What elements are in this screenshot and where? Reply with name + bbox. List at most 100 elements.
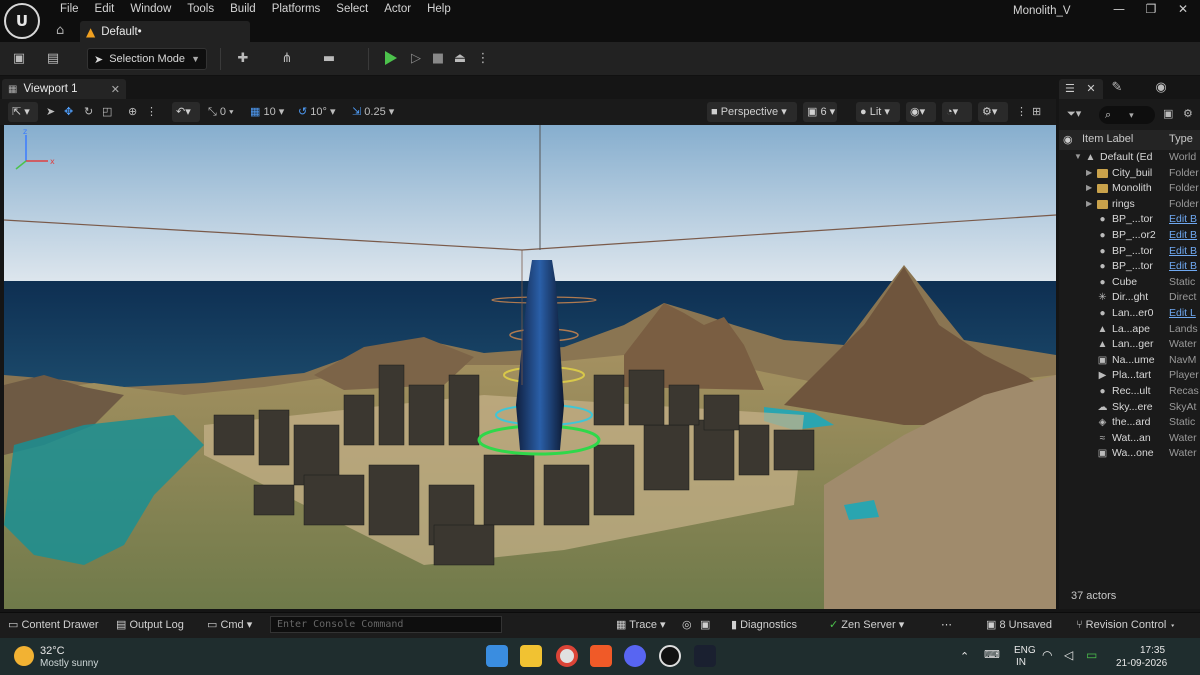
outliner-row[interactable]: ✳ Dir...ght Direct: [1059, 290, 1200, 306]
sun-icon[interactable]: [14, 646, 34, 666]
outliner-row[interactable]: ◈ the...ard Static: [1059, 415, 1200, 431]
chevron-right-icon[interactable]: ▶: [1086, 183, 1092, 192]
world-settings-icon[interactable]: ◉: [1152, 80, 1170, 96]
outliner-row[interactable]: ● BP_...tor Edit B: [1059, 212, 1200, 228]
level-document-tab[interactable]: ▲ Default•: [80, 21, 250, 42]
app-taskbar-icon[interactable]: [694, 645, 716, 667]
outliner-item-type-link[interactable]: Edit B: [1169, 260, 1200, 272]
outliner-row[interactable]: ▼ ▲ Default (Ed World: [1059, 150, 1200, 166]
menu-select[interactable]: Select: [328, 0, 376, 20]
output-log-button[interactable]: ▤ Output Log: [116, 618, 184, 632]
outliner-search-input[interactable]: ⌕ ▾: [1099, 106, 1155, 124]
outliner-row[interactable]: ≈ Wat...an Water: [1059, 431, 1200, 447]
scalability-dropdown[interactable]: ◔▾: [942, 102, 972, 122]
unreal-engine-taskbar-icon[interactable]: [659, 645, 681, 667]
windows-start-icon[interactable]: [486, 645, 508, 667]
grid-snap-toggle[interactable]: ▦ 10 ▾: [250, 105, 284, 120]
menu-file[interactable]: File: [52, 0, 87, 20]
chevron-right-icon[interactable]: ▶: [1086, 168, 1092, 177]
tray-overflow-icon[interactable]: ⌃: [960, 650, 969, 663]
outliner-item-type-link[interactable]: Edit B: [1169, 213, 1200, 225]
step-icon[interactable]: ▷: [407, 51, 425, 67]
weather-temperature[interactable]: 32°C: [40, 645, 65, 657]
minimize-icon[interactable]: —: [1104, 2, 1134, 18]
more-options-icon[interactable]: ⋮: [146, 105, 157, 120]
menu-platforms[interactable]: Platforms: [264, 0, 329, 20]
scale-snap-toggle[interactable]: ⇲ 0.25 ▾: [352, 105, 394, 120]
weather-description[interactable]: Mostly sunny: [40, 658, 98, 669]
outliner-row[interactable]: ▶ City_buil Folder: [1059, 166, 1200, 182]
diagnostics-button[interactable]: ▮ Diagnostics: [731, 618, 797, 632]
outliner-row[interactable]: ▶ Pla...tart Player: [1059, 368, 1200, 384]
outliner-row[interactable]: ▶ rings Folder: [1059, 197, 1200, 213]
outliner-row[interactable]: ● BP_...or2 Edit B: [1059, 228, 1200, 244]
chrome-icon[interactable]: [556, 645, 578, 667]
outliner-item-type-link[interactable]: Edit B: [1169, 245, 1200, 257]
outliner-tab[interactable]: ☰ ✕: [1059, 79, 1103, 99]
content-browser-icon[interactable]: ▤: [44, 51, 62, 67]
keyboard-icon[interactable]: ⌨: [984, 648, 1000, 661]
file-explorer-icon[interactable]: [520, 645, 542, 667]
scale-tool-icon[interactable]: ◰: [102, 105, 112, 120]
item-label-column[interactable]: Item Label: [1082, 133, 1133, 145]
outliner-row[interactable]: ● BP_...tor Edit B: [1059, 259, 1200, 275]
outliner-row[interactable]: ▲ Lan...ger Water: [1059, 337, 1200, 353]
menu-window[interactable]: Window: [122, 0, 179, 20]
outliner-item-type-link[interactable]: Edit L: [1169, 307, 1200, 319]
unsaved-button[interactable]: ▣ 8 Unsaved: [986, 618, 1052, 632]
lit-mode-dropdown[interactable]: ● Lit ▾: [856, 102, 900, 122]
perspective-dropdown[interactable]: ■ Perspective ▾: [707, 102, 797, 122]
clock-date[interactable]: 21-09-2026: [1116, 658, 1167, 669]
eject-icon[interactable]: ⏏: [451, 51, 469, 67]
menu-tools[interactable]: Tools: [179, 0, 222, 20]
console-command-input[interactable]: Enter Console Command: [270, 616, 502, 633]
wifi-icon[interactable]: ◠: [1042, 648, 1052, 662]
outliner-item-type-link[interactable]: Edit B: [1169, 229, 1200, 241]
rotation-snap-toggle[interactable]: ⤡ 0 ▾: [208, 105, 234, 120]
filter-icon[interactable]: ⏷▾: [1067, 107, 1081, 121]
viewport-settings-dropdown[interactable]: ⚙▾: [978, 102, 1008, 122]
zen-server-dropdown[interactable]: ✓ Zen Server ▾: [829, 618, 904, 632]
add-actor-icon[interactable]: ✚: [234, 51, 252, 67]
screenshot-icon[interactable]: ▣: [700, 618, 710, 632]
close-icon[interactable]: ✕: [1168, 2, 1198, 18]
more-options-icon[interactable]: ⋮: [1016, 105, 1027, 120]
blueprint-icon[interactable]: ⋔: [278, 51, 296, 67]
menu-build[interactable]: Build: [222, 0, 264, 20]
content-drawer-button[interactable]: ▭ Content Drawer: [8, 618, 99, 632]
outliner-row[interactable]: ▲ La...ape Lands: [1059, 322, 1200, 338]
menu-actor[interactable]: Actor: [376, 0, 419, 20]
close-icon[interactable]: ✕: [111, 83, 120, 96]
home-icon[interactable]: ⌂: [56, 24, 70, 38]
viewport-tab[interactable]: ▦ Viewport 1 ✕: [2, 79, 126, 99]
rotate-tool-icon[interactable]: ↻: [84, 105, 93, 120]
battery-icon[interactable]: ▭: [1086, 648, 1097, 662]
show-flags-dropdown[interactable]: ◉▾: [906, 102, 936, 122]
outliner-row[interactable]: ● Lan...er0 Edit L: [1059, 306, 1200, 322]
details-tab-icon[interactable]: ✎: [1108, 80, 1126, 96]
outliner-row[interactable]: ● Cube Static: [1059, 275, 1200, 291]
maximize-icon[interactable]: ❐: [1136, 2, 1166, 18]
unreal-logo-icon[interactable]: U: [4, 3, 40, 39]
outliner-row[interactable]: ▣ Na...ume NavM: [1059, 353, 1200, 369]
selection-mode-dropdown[interactable]: ➤ Selection Mode ▼: [87, 48, 207, 70]
add-folder-icon[interactable]: ▣: [1163, 107, 1173, 120]
outliner-row[interactable]: ▣ Wa...one Water: [1059, 446, 1200, 462]
chevron-right-icon[interactable]: ▶: [1086, 199, 1092, 208]
outliner-row[interactable]: ● BP_...tor Edit B: [1059, 244, 1200, 260]
layout-icon[interactable]: ⊞: [1032, 105, 1041, 120]
trace-dropdown[interactable]: ▦ Trace ▾: [616, 618, 666, 632]
type-column[interactable]: Type: [1169, 133, 1193, 145]
transform-mode-dropdown[interactable]: ⇱ ▾: [8, 102, 38, 122]
menu-edit[interactable]: Edit: [87, 0, 123, 20]
surface-snap-dropdown[interactable]: ↶▾: [172, 102, 200, 122]
brave-icon[interactable]: [590, 645, 612, 667]
menu-help[interactable]: Help: [419, 0, 459, 20]
language-top[interactable]: ENG: [1014, 645, 1036, 656]
outliner-row[interactable]: ☁ Sky...ere SkyAt: [1059, 400, 1200, 416]
discord-icon[interactable]: [624, 645, 646, 667]
stop-icon[interactable]: ■: [429, 51, 447, 67]
language-bottom[interactable]: IN: [1016, 657, 1026, 668]
play-icon[interactable]: [385, 51, 397, 65]
revision-control-dropdown[interactable]: ⑂ Revision Control ▾: [1076, 618, 1176, 632]
